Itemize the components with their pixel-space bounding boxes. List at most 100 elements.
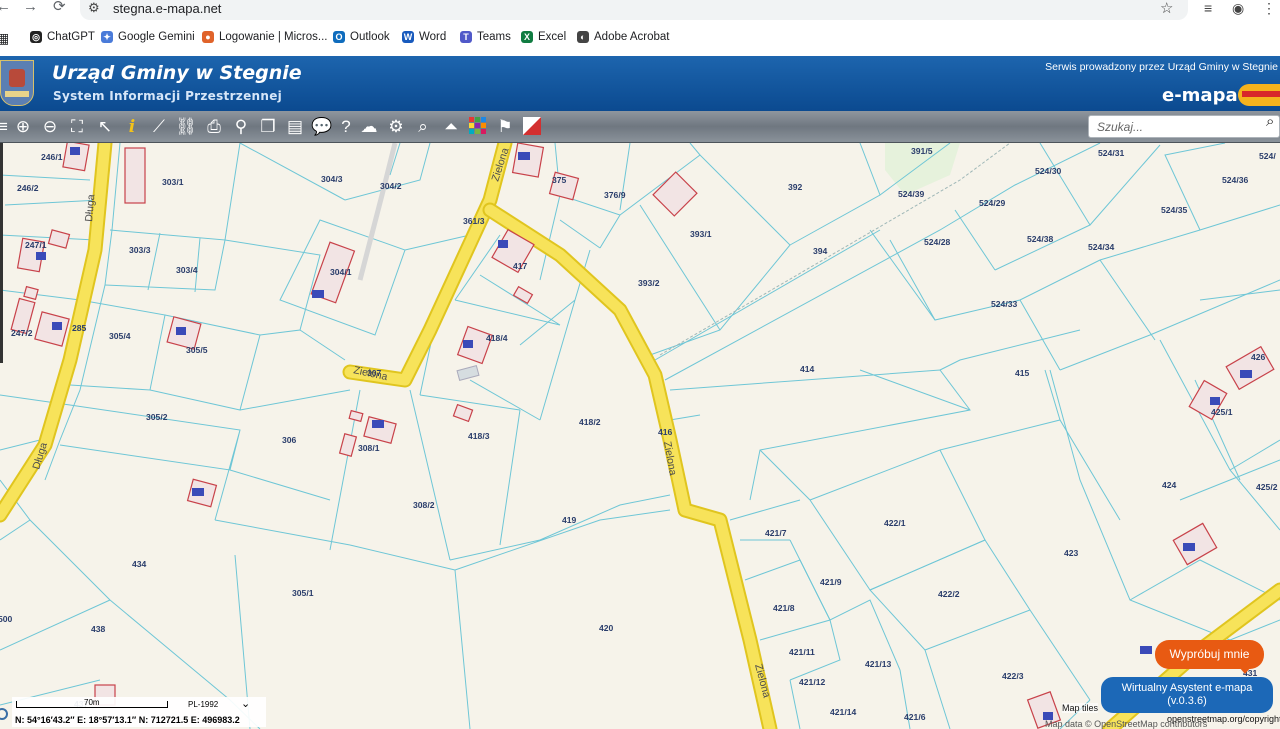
pin-icon[interactable]: ⚲ <box>230 116 252 138</box>
bookmark-star-icon[interactable]: ☆ <box>1160 0 1173 17</box>
north-arrow-icon[interactable]: ⏶ <box>440 116 462 138</box>
parcel-label: 308/2 <box>413 500 435 510</box>
assistant-version: (v.0.3.6) <box>1167 695 1207 707</box>
link-icon[interactable]: ⛓ <box>175 116 197 138</box>
zoom-extent-icon[interactable]: ⛶ <box>66 116 88 138</box>
parcel-label: 305/4 <box>109 331 131 341</box>
parcel-labels: 246/1 246/2 303/1 304/3 304/2 375 376/9 … <box>0 146 1278 722</box>
table-icon[interactable]: ▤ <box>284 116 306 138</box>
parcel-label: 285 <box>72 323 87 333</box>
site-title: Urząd Gminy w Stegnie <box>52 62 302 84</box>
parcel-label: 393/2 <box>638 278 660 288</box>
bookmark-teams[interactable]: T Teams <box>460 31 511 43</box>
profile-icon[interactable]: ◉ <box>1232 0 1244 17</box>
coat-of-arms-logo <box>0 60 34 106</box>
bookmark-label: ChatGPT <box>47 31 95 43</box>
info-icon[interactable]: i <box>121 116 143 138</box>
bookmark-microsoft-login[interactable]: ● Logowanie | Micros... <box>202 31 327 43</box>
parcel-label: 524/29 <box>979 198 1006 208</box>
download-cloud-icon[interactable]: ☁ <box>358 116 380 138</box>
parcel-label: 419 <box>562 515 577 525</box>
parcel-label: 418/2 <box>579 417 601 427</box>
cadastral-map[interactable]: 246/1 246/2 303/1 304/3 304/2 375 376/9 … <box>0 143 1280 729</box>
scale-and-coordinates: 70m PL-1992 ⌄ N: 54°16′43.2″ E: 18°57′13… <box>12 697 266 727</box>
settings-icon[interactable]: ⚙ <box>385 116 407 138</box>
parcel-label: 420 <box>599 623 614 633</box>
search-icon[interactable]: ⌕ <box>1266 113 1274 130</box>
parcel-label: 524/39 <box>898 189 925 199</box>
acrobat-icon: ◐ <box>577 31 589 43</box>
parcel-label: 524/28 <box>924 237 951 247</box>
parcel-label: 421/12 <box>799 677 826 687</box>
parcel-label: 415 <box>1015 368 1030 378</box>
parcel-label: 422/1 <box>884 518 906 528</box>
parcel-label: 524/30 <box>1035 166 1062 176</box>
bookmark-chatgpt[interactable]: ◎ ChatGPT <box>30 31 95 43</box>
media-icon[interactable]: ≡ <box>1204 0 1212 16</box>
parcel-label: 423 <box>1064 548 1079 558</box>
url-text[interactable]: stegna.e-mapa.net <box>113 1 221 16</box>
bookmark-word[interactable]: W Word <box>402 31 446 43</box>
side-panel-toggle[interactable] <box>0 143 3 363</box>
parcel-label: 305/5 <box>186 345 208 355</box>
comment-icon[interactable]: 💬 <box>311 116 333 138</box>
zoom-in-icon[interactable]: ⊕ <box>12 116 34 138</box>
back-icon[interactable]: ← <box>0 0 11 16</box>
teams-icon: T <box>460 31 472 43</box>
parcel-label: 500 <box>0 614 13 624</box>
bookmark-label: Google Gemini <box>118 31 195 43</box>
emapa-logo <box>1238 84 1280 106</box>
parcel-label: 304/1 <box>330 267 352 277</box>
menu-icon[interactable]: ⋮ <box>1262 0 1276 17</box>
parcel-label: 418/4 <box>486 333 508 343</box>
parcel-label: 416 <box>658 427 673 437</box>
emapa-brand[interactable]: e-mapa <box>1162 85 1238 106</box>
microsoft-icon: ● <box>202 31 214 43</box>
parcel-label: 393/1 <box>690 229 712 239</box>
chevron-down-icon[interactable]: ⌄ <box>241 697 250 710</box>
map-canvas[interactable]: 246/1 246/2 303/1 304/3 304/2 375 376/9 … <box>0 143 1280 729</box>
projection-select[interactable]: PL-1992 <box>188 700 218 709</box>
parcel-label: 305/1 <box>292 588 314 598</box>
parcel-label: 303/3 <box>129 245 151 255</box>
tags-icon[interactable]: ⚑ <box>494 116 516 138</box>
parcel-label: 308/1 <box>358 443 380 453</box>
service-provider-text: Serwis prowadzony przez Urząd Gminy w St… <box>1045 61 1278 73</box>
zoom-search-icon[interactable]: ⌕ <box>412 116 434 138</box>
measure-icon[interactable]: ⟋ <box>148 116 170 138</box>
bookmark-outlook[interactable]: O Outlook <box>333 31 390 43</box>
parcel-label: 434 <box>132 559 147 569</box>
copy-layers-icon[interactable]: ❐ <box>257 116 279 138</box>
parcel-label: 247/1 <box>25 240 47 250</box>
site-settings-icon[interactable]: ⚙ <box>88 0 100 16</box>
assistant-title: Wirtualny Asystent e-mapa <box>1121 682 1253 694</box>
word-icon: W <box>402 31 414 43</box>
coordinates-readout: N: 54°16′43.2″ E: 18°57′13.1″ N: 712721.… <box>15 715 240 725</box>
parcel-label: 246/2 <box>17 183 39 193</box>
reload-icon[interactable]: ⟳ <box>53 0 66 16</box>
select-arrow-icon[interactable]: ↖ <box>94 116 116 138</box>
try-me-button[interactable]: Wypróbuj mnie <box>1155 640 1264 674</box>
bookmark-label: Outlook <box>350 31 390 43</box>
bookmark-gemini[interactable]: ✦ Google Gemini <box>101 31 195 43</box>
bookmark-label: Logowanie | Micros... <box>219 31 328 43</box>
parcel-label: 421/7 <box>765 528 787 538</box>
color-layers-icon[interactable] <box>467 116 489 138</box>
bookmark-adobe-acrobat[interactable]: ◐ Adobe Acrobat <box>577 31 669 43</box>
url-box[interactable] <box>80 0 1188 20</box>
bookmark-excel[interactable]: X Excel <box>521 31 566 43</box>
osm-copyright-link[interactable]: openstreetmap.org/copyright <box>1167 714 1280 724</box>
outlook-icon: O <box>333 31 345 43</box>
shed-grey <box>456 364 480 382</box>
clear-map-icon[interactable] <box>521 116 543 138</box>
search-input[interactable]: Szukaj... <box>1088 115 1280 138</box>
parcel-label: 524/38 <box>1027 234 1054 244</box>
print-icon[interactable]: ⎙ <box>203 116 225 138</box>
help-icon[interactable]: ? <box>335 116 357 138</box>
virtual-assistant-button[interactable]: Wirtualny Asystent e-mapa (v.0.3.6) <box>1101 677 1273 713</box>
zoom-out-icon[interactable]: ⊖ <box>39 116 61 138</box>
parcel-label: 414 <box>800 364 815 374</box>
parcel-label: 421/9 <box>820 577 842 587</box>
apps-icon[interactable]: ▦ <box>0 30 9 47</box>
forward-icon[interactable]: → <box>23 0 38 16</box>
